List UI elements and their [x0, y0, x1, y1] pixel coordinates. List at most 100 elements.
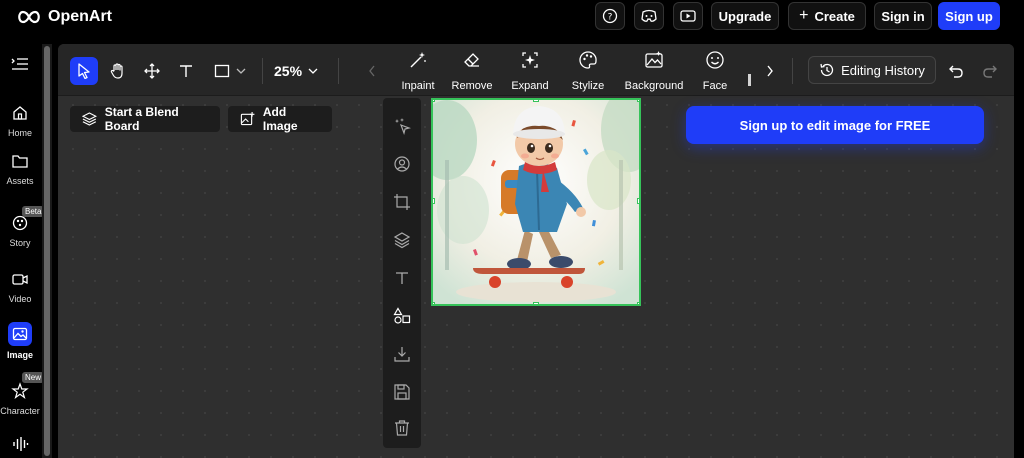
magic-wand-icon — [410, 52, 426, 68]
scroll-right-button[interactable] — [762, 57, 778, 85]
video-icon — [9, 268, 31, 290]
remove-tool[interactable]: Remove — [452, 50, 492, 92]
scroll-left-button[interactable] — [364, 57, 380, 85]
toolbar-divider — [338, 58, 339, 84]
shape-tool[interactable] — [206, 57, 254, 85]
openart-logo[interactable]: OpenArt — [16, 6, 112, 28]
ai-edit-tool[interactable] — [392, 116, 412, 136]
sidebar-item-image[interactable]: Image — [0, 322, 40, 360]
background-tool[interactable]: Background — [624, 50, 684, 92]
signup-label: Sign up — [945, 8, 993, 24]
new-badge: New — [22, 372, 45, 383]
upgrade-button[interactable]: Upgrade — [711, 2, 779, 30]
sidebar-item-video[interactable]: Video — [0, 268, 40, 304]
save-icon — [394, 384, 410, 400]
history-clock-icon — [820, 63, 834, 77]
layers-icon — [82, 112, 97, 126]
sidebar-item-label: Character — [0, 406, 40, 416]
hand-tool[interactable] — [104, 57, 132, 85]
sidebar-item-character[interactable]: Character — [0, 380, 40, 416]
svg-text:?: ? — [608, 13, 613, 23]
inpaint-tool[interactable]: Inpaint — [398, 50, 438, 92]
image-icon — [8, 322, 32, 346]
user-circle-icon — [394, 156, 410, 172]
undo-icon — [949, 65, 963, 78]
resize-handle[interactable] — [533, 100, 539, 102]
sidebar-item-home[interactable]: Home — [0, 102, 40, 138]
sidebar-item-assets[interactable]: Assets — [0, 150, 40, 186]
signin-button[interactable]: Sign in — [874, 2, 932, 30]
editor-workspace[interactable]: 25% Inpaint Remove Expand Stylize Backgr… — [58, 44, 1014, 458]
resize-handle[interactable] — [433, 302, 435, 304]
shapes-icon — [393, 307, 411, 324]
sidebar-collapse[interactable] — [0, 56, 40, 72]
resize-handle[interactable] — [533, 302, 539, 304]
sparkle-cursor-icon — [395, 118, 411, 135]
delete-tool[interactable] — [392, 418, 412, 438]
sidebar-item-label: Assets — [6, 176, 34, 186]
upgrade-label: Upgrade — [718, 8, 772, 24]
text-tool[interactable] — [172, 57, 200, 85]
sidebar-item-label: Video — [8, 294, 32, 304]
move-tool[interactable] — [138, 57, 166, 85]
cursor-icon — [78, 63, 90, 79]
scrollbar-thumb[interactable] — [44, 46, 50, 456]
expand-tool[interactable]: Expand — [510, 50, 550, 92]
download-tool[interactable] — [392, 344, 412, 364]
create-button[interactable]: + Create — [788, 2, 866, 30]
sidebar-item-story[interactable]: Story — [0, 212, 40, 248]
discord-button[interactable] — [634, 2, 664, 30]
crop-tool[interactable] — [392, 192, 412, 212]
resize-handle[interactable] — [433, 100, 435, 102]
feature-label: Face — [702, 80, 728, 92]
add-image-button[interactable]: Add Image — [228, 105, 332, 133]
sidebar-item-label: Story — [9, 238, 31, 248]
feature-label: Background — [624, 80, 684, 92]
shapes-tool[interactable] — [392, 306, 412, 326]
editing-history-button[interactable]: Editing History — [808, 56, 936, 84]
resize-handle[interactable] — [637, 100, 639, 102]
youtube-button[interactable] — [673, 2, 703, 30]
character-ref-tool[interactable] — [392, 154, 412, 174]
text-icon — [396, 272, 408, 284]
sidebar-scrollbar[interactable] — [42, 44, 52, 458]
signup-banner-label: Sign up to edit image for FREE — [739, 117, 931, 133]
image-actions-toolbar — [383, 98, 421, 448]
left-sidebar: Home Assets Story Beta Video Image Chara… — [0, 44, 45, 458]
sidebar-item-audio[interactable] — [0, 436, 40, 452]
menu-collapse-icon — [11, 58, 28, 70]
resize-handle[interactable] — [433, 198, 435, 204]
chevron-down-icon — [308, 68, 318, 74]
redo-icon — [983, 65, 997, 78]
play-icon — [680, 10, 696, 22]
help-button[interactable]: ? — [595, 2, 625, 30]
chevron-down-icon — [236, 68, 246, 74]
feature-label: Remove — [451, 80, 493, 92]
app-name: OpenArt — [48, 8, 112, 25]
canvas-image[interactable] — [431, 98, 641, 306]
undo-button[interactable] — [946, 57, 966, 85]
signup-to-edit-button[interactable]: Sign up to edit image for FREE — [686, 106, 984, 144]
feature-label: Inpaint — [401, 80, 435, 92]
select-tool[interactable] — [70, 57, 98, 85]
layers-tool[interactable] — [392, 230, 412, 250]
character-icon — [9, 380, 31, 402]
redo-button[interactable] — [980, 57, 1000, 85]
download-icon — [394, 347, 410, 362]
text-overlay-tool[interactable] — [392, 268, 412, 288]
chevron-right-icon — [767, 65, 773, 77]
face-tool[interactable]: Face — [698, 50, 732, 92]
move-arrows-icon — [144, 63, 160, 79]
background-icon — [645, 51, 663, 68]
signin-label: Sign in — [881, 8, 925, 24]
save-tool[interactable] — [392, 382, 412, 402]
toolbar-divider — [792, 58, 793, 84]
zoom-value: 25% — [274, 63, 303, 79]
zoom-control[interactable]: 25% — [274, 58, 318, 84]
stylize-tool[interactable]: Stylize — [568, 50, 608, 92]
skateboard-boy-illustration — [433, 100, 639, 304]
blend-board-button[interactable]: Start a Blend Board — [70, 105, 220, 133]
resize-handle[interactable] — [637, 198, 639, 204]
signup-button[interactable]: Sign up — [938, 2, 1000, 30]
resize-handle[interactable] — [637, 302, 639, 304]
